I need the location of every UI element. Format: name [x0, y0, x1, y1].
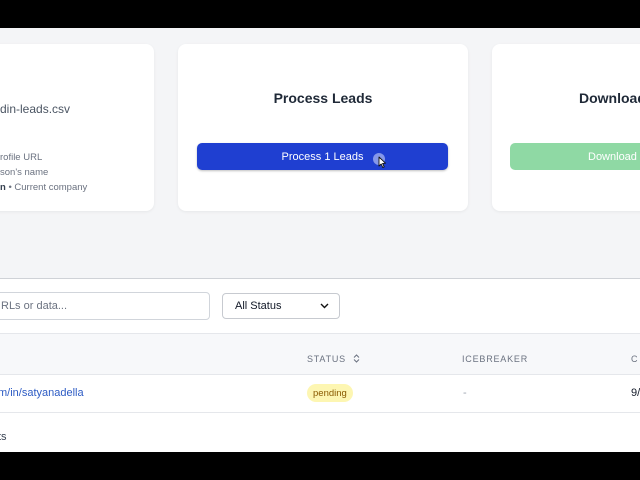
status-filter-select[interactable]: All Status — [222, 293, 340, 319]
uploaded-filename: din-leads.csv — [0, 102, 71, 116]
column-status[interactable]: STATUS — [307, 354, 360, 364]
process-title: Process Leads — [273, 90, 373, 106]
download-title: Download — [579, 90, 640, 106]
table-header: STATUS ICEBREAKER C — [0, 333, 640, 375]
process-leads-button[interactable]: Process 1 Leads — [197, 143, 448, 170]
process-card: Process Leads Process 1 Leads — [178, 44, 468, 211]
download-button-label: Download — [588, 150, 637, 163]
icebreaker-cell: - — [463, 387, 467, 399]
table-footer-text: ts — [0, 431, 7, 443]
requirement-rest: • Current company — [5, 182, 88, 193]
table-row: m/in/satyanadella pending - 9/ — [0, 375, 640, 413]
upload-card: din-leads.csv rofile URL son's name n • … — [0, 44, 154, 211]
download-card: Download Download — [492, 44, 640, 211]
search-input[interactable] — [0, 292, 210, 320]
status-badge: pending — [307, 384, 353, 402]
column-icebreaker: ICEBREAKER — [462, 354, 529, 364]
pointer-cursor-icon — [373, 153, 386, 168]
leads-table-panel: All Status STATUS ICEBREAKER C m/in/saty… — [0, 278, 640, 452]
chevron-down-icon — [320, 303, 329, 309]
app-window: din-leads.csv rofile URL son's name n • … — [0, 28, 640, 452]
sort-icon — [353, 354, 360, 363]
requirement-current-company: n • Current company — [0, 182, 87, 193]
requirement-profile-url: rofile URL — [0, 152, 43, 163]
profile-url-link[interactable]: m/in/satyanadella — [0, 387, 84, 399]
download-button[interactable]: Download — [510, 143, 640, 170]
requirement-person-name: son's name — [0, 167, 49, 178]
process-button-label: Process 1 Leads — [281, 150, 364, 163]
col4-cell: 9/ — [631, 387, 640, 399]
status-filter-value: All Status — [235, 300, 282, 312]
column-status-label: STATUS — [307, 354, 346, 364]
column-4: C — [631, 354, 639, 364]
